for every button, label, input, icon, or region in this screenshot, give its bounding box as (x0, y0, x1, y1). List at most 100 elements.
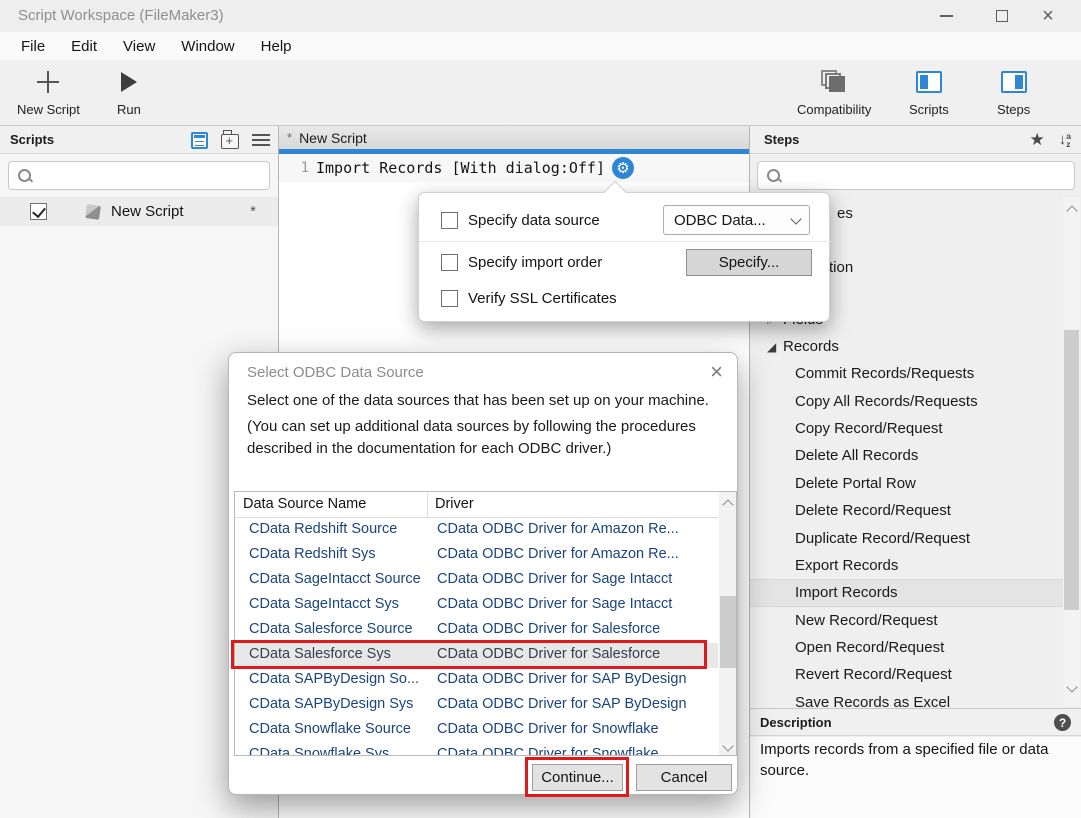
popup-divider (419, 241, 831, 242)
compatibility-icon (821, 70, 847, 94)
close-button[interactable]: × (1025, 0, 1071, 32)
select-odbc-dialog: Select ODBC Data Source × Select one of … (228, 352, 738, 795)
minimize-button[interactable] (923, 0, 969, 32)
new-script-button[interactable]: New Script (17, 68, 80, 117)
scroll-down-icon[interactable] (1063, 679, 1080, 693)
driver-name: CData ODBC Driver for Sage Intacct (437, 596, 672, 612)
menu-item-edit[interactable]: Edit (58, 32, 110, 60)
specify-import-order-row: Specify import order Specify... (419, 245, 831, 279)
dialog-close-icon[interactable]: × (710, 359, 723, 385)
specify-import-order-checkbox[interactable] (441, 254, 458, 271)
compatibility-label: Compatibility (797, 102, 871, 117)
step-item[interactable]: Open Record/Request (750, 634, 1063, 661)
scroll-down-icon[interactable] (719, 738, 736, 752)
scripts-search-input[interactable] (8, 161, 270, 190)
step-item[interactable]: Duplicate Record/Request (750, 524, 1063, 551)
step-item[interactable]: Save Records as Excel (750, 689, 1063, 708)
scripts-pane-icon (916, 71, 942, 93)
script-workspace-window: Script Workspace (FileMaker3) × FileEdit… (0, 0, 1081, 818)
verify-ssl-checkbox[interactable] (441, 290, 458, 307)
scripts-pane-label: Scripts (909, 102, 949, 117)
data-source-name: CData SAPByDesign Sys (249, 696, 413, 712)
gear-icon[interactable]: ⚙ (612, 157, 634, 179)
tree-category-records[interactable]: ◢ Records (750, 333, 1063, 360)
steps-pane-toggle[interactable]: Steps (997, 68, 1030, 117)
step-item[interactable]: Delete All Records (750, 442, 1063, 469)
data-source-row[interactable]: CData SageIntacct SourceCData ODBC Drive… (235, 568, 718, 593)
specify-button[interactable]: Specify... (686, 249, 812, 276)
menu-item-view[interactable]: View (110, 32, 168, 60)
new-script-label: New Script (17, 102, 80, 117)
category-label: Records (783, 338, 839, 355)
data-source-row[interactable]: CData SAPByDesign Sys CData ODBC Driver f… (235, 693, 718, 718)
favorites-star-icon[interactable]: ★ (1030, 130, 1045, 150)
specify-data-source-checkbox[interactable] (441, 212, 458, 229)
menu-item-window[interactable]: Window (168, 32, 247, 60)
column-driver[interactable]: Driver (435, 496, 474, 512)
step-item[interactable]: Commit Records/Requests (750, 360, 1063, 387)
step-item[interactable]: Revert Record/Request (750, 661, 1063, 688)
scroll-up-icon[interactable] (1063, 201, 1080, 215)
maximize-button[interactable] (979, 0, 1025, 32)
step-code: Import Records [With dialog:Off] (316, 159, 605, 177)
driver-name: CData ODBC Driver for SAP ByDesign (437, 696, 687, 712)
run-icon (121, 72, 137, 92)
continue-button[interactable]: Continue... (532, 764, 623, 791)
menu-lines-icon[interactable] (252, 134, 270, 147)
data-source-row[interactable]: CData Redshift SourceCData ODBC Driver f… (235, 518, 718, 543)
scroll-up-icon[interactable] (719, 495, 736, 509)
data-source-row[interactable]: CData SAPByDesign So...CData ODBC Driver… (235, 668, 718, 693)
menu-item-help[interactable]: Help (248, 32, 305, 60)
step-item[interactable]: Copy Record/Request (750, 415, 1063, 442)
title-bar: Script Workspace (FileMaker3) × (0, 0, 1081, 32)
obscured-category-fragment[interactable]: es (837, 205, 853, 222)
step-item[interactable]: Import Records (750, 579, 1063, 606)
description-text: Imports records from a specified file or… (760, 739, 1065, 781)
step-item[interactable]: Copy All Records/Requests (750, 387, 1063, 414)
sort-az-icon[interactable]: ↓az (1059, 131, 1071, 148)
data-source-row[interactable]: CData Snowflake SysCData ODBC Driver for… (235, 743, 718, 756)
step-item[interactable]: New Record/Request (750, 607, 1063, 634)
scroll-thumb[interactable] (720, 596, 736, 668)
maximize-icon (996, 10, 1008, 22)
obscured-category-fragment[interactable]: tion (829, 259, 853, 276)
run-button[interactable]: Run (117, 68, 141, 117)
steps-panel-title: Steps (764, 132, 799, 147)
description-title: Description (760, 715, 832, 730)
editor-tab[interactable]: * New Script (279, 126, 749, 149)
step-item[interactable]: Delete Portal Row (750, 470, 1063, 497)
description-header: Description ? (750, 708, 1081, 736)
column-divider[interactable] (427, 493, 428, 517)
table-scrollbar[interactable] (719, 492, 737, 755)
expanded-triangle-icon[interactable]: ◢ (767, 340, 783, 354)
specify-import-order-label: Specify import order (468, 254, 602, 271)
steps-scrollbar[interactable] (1063, 197, 1080, 707)
data-source-table: Data Source Name Driver CData Redshift S… (234, 491, 737, 756)
step-item[interactable]: Export Records (750, 552, 1063, 579)
script-step-line[interactable]: 1 Import Records [With dialog:Off] ⚙ (279, 154, 749, 182)
data-source-name: CData SageIntacct Sys (249, 596, 399, 612)
data-source-row[interactable]: CData SageIntacct Sys CData ODBC Driver f… (235, 593, 718, 618)
compatibility-button[interactable]: Compatibility (797, 68, 871, 117)
data-source-row[interactable]: CData Salesforce SourceCData ODBC Driver… (235, 618, 718, 643)
script-checkbox[interactable] (30, 203, 47, 220)
menu-item-file[interactable]: File (8, 32, 58, 60)
data-source-row[interactable]: CData Redshift SysCData ODBC Driver for … (235, 543, 718, 568)
script-list-item[interactable]: New Script * (0, 197, 278, 226)
scroll-thumb[interactable] (1064, 330, 1079, 610)
help-icon[interactable]: ? (1054, 714, 1071, 731)
cancel-button[interactable]: Cancel (636, 764, 732, 791)
data-source-row[interactable]: CData Snowflake SourceCData ODBC Driver … (235, 718, 718, 743)
scripts-pane-toggle[interactable]: Scripts (909, 68, 949, 117)
data-source-name: CData SageIntacct Source (249, 571, 421, 587)
new-folder-icon[interactable] (221, 134, 239, 149)
script-list-view-icon[interactable] (191, 132, 208, 149)
step-item[interactable]: Delete Record/Request (750, 497, 1063, 524)
column-data-source-name[interactable]: Data Source Name (243, 496, 366, 512)
data-source-row[interactable]: CData Salesforce SysCData ODBC Driver fo… (235, 643, 718, 668)
window-title: Script Workspace (FileMaker3) (18, 7, 224, 24)
steps-search-input[interactable] (757, 161, 1075, 190)
step-options-popup: Specify data source ODBC Data... Specify… (418, 192, 830, 322)
data-source-dropdown[interactable]: ODBC Data... (663, 205, 810, 235)
driver-name: CData ODBC Driver for Amazon Re... (437, 546, 679, 562)
